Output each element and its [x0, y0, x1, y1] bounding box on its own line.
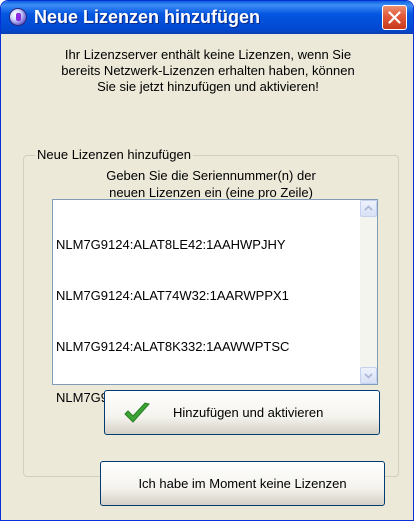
add-activate-button[interactable]: Hinzufügen und aktivieren — [104, 390, 380, 435]
checkmark-icon — [124, 402, 150, 423]
add-activate-label: Hinzufügen und aktivieren — [173, 405, 324, 420]
license-icon — [9, 8, 27, 26]
group-legend: Neue Lizenzen hinzufügen — [35, 147, 193, 162]
window-title: Neue Lizenzen hinzufügen — [34, 7, 261, 27]
license-line: NLM7G9124:ALAT8K332:1AAWWPTSC — [56, 339, 290, 354]
no-licenses-button[interactable]: Ich habe im Moment keine Lizenzen — [100, 461, 385, 506]
intro-line: Sie sie jetzt hinzufügen und aktivieren! — [97, 79, 319, 94]
intro-text: Ihr Lizenzserver enthält keine Lizenzen,… — [11, 47, 405, 95]
intro-line: Ihr Lizenzserver enthält keine Lizenzen,… — [64, 47, 352, 62]
vertical-scrollbar[interactable] — [360, 200, 377, 384]
title-bar[interactable]: Neue Lizenzen hinzufügen — [1, 1, 413, 34]
close-button[interactable] — [382, 5, 407, 30]
chevron-up-icon — [364, 205, 373, 211]
instruction-line: Geben Sie die Seriennummer(n) der — [106, 168, 316, 183]
scroll-up-button[interactable] — [360, 200, 377, 217]
license-input[interactable]: NLM7G9124:ALAT8LE42:1AAHWPJHY NLM7G9124:… — [52, 199, 378, 405]
close-icon — [388, 11, 401, 24]
instruction-text: Geben Sie die Seriennummer(n) der neuen … — [23, 167, 399, 201]
license-line: NLM7G9124:ALAT74W32:1AARWPPX1 — [56, 288, 289, 303]
no-licenses-label: Ich habe im Moment keine Lizenzen — [138, 476, 347, 491]
scroll-down-button[interactable] — [360, 367, 377, 384]
license-line: NLM7G9124:ALAT8LE42:1AAHWPJHY — [56, 237, 286, 252]
intro-line: bereits Netzwerk-Lizenzen erhalten haben… — [61, 63, 355, 78]
dialog-window: Neue Lizenzen hinzufügen Ihr Lizenzserve… — [0, 0, 414, 521]
chevron-down-icon — [364, 373, 373, 379]
